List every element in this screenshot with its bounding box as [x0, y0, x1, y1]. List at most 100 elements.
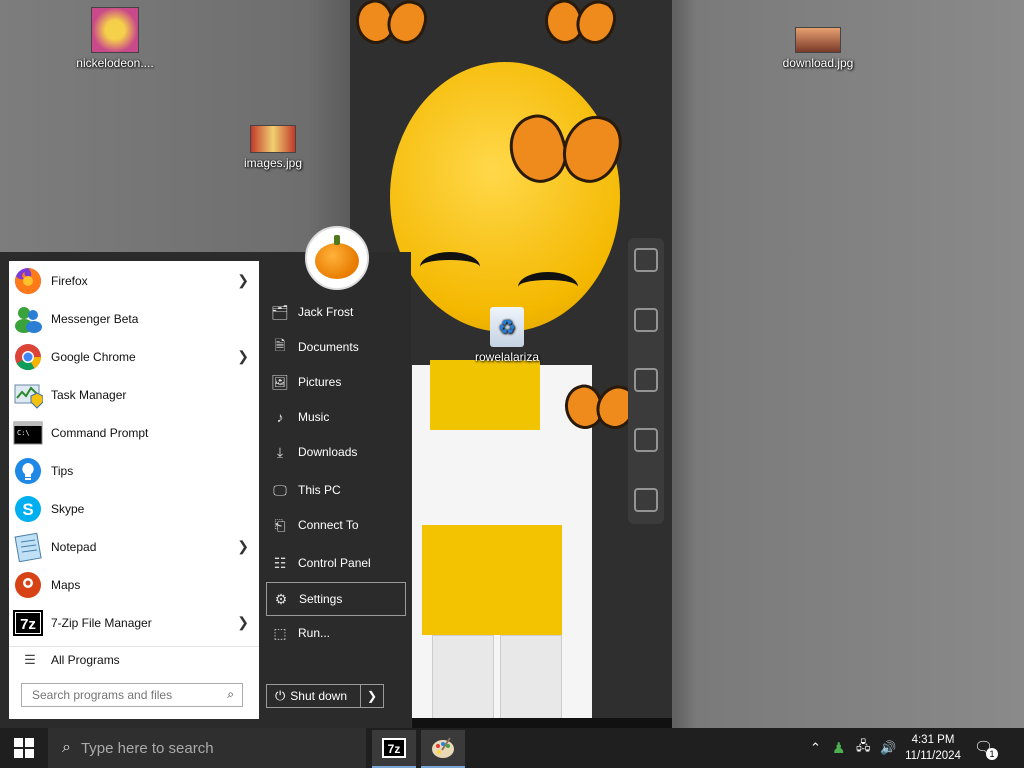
program-label: Command Prompt	[51, 426, 149, 440]
shutdown-options-button[interactable]: ❯	[360, 685, 383, 707]
connect-icon: ⎗	[274, 516, 286, 533]
place-label: Downloads	[298, 445, 358, 459]
desktop-icon-label: nickelodeon....	[76, 56, 154, 70]
taskbar-app-paint[interactable]	[421, 730, 465, 768]
paint-palette-icon	[432, 737, 454, 758]
volume-icon: 🔊	[880, 740, 897, 755]
start-menu: Firefox ❯ Messenger Beta Google Chrome ❯…	[0, 252, 411, 728]
tray-app-icon[interactable]: ♟	[832, 728, 845, 768]
action-center-button[interactable]: 🗨 1	[974, 738, 998, 760]
start-button[interactable]	[0, 728, 48, 768]
place-jack-frost[interactable]: 🗂 Jack Frost	[266, 297, 404, 327]
image-file-icon	[91, 7, 139, 53]
network-icon: 🖧	[856, 738, 871, 753]
svg-text:7z: 7z	[20, 616, 36, 633]
program-firefox[interactable]: Firefox ❯	[9, 263, 259, 299]
power-icon: ⏻	[275, 688, 286, 703]
program-messenger-beta[interactable]: Messenger Beta	[9, 301, 259, 337]
desktop-icon-images[interactable]: images.jpg	[228, 125, 318, 170]
program-tips[interactable]: Tips	[9, 453, 259, 489]
user-avatar[interactable]	[305, 226, 369, 290]
search-icon[interactable]: ⌕	[227, 687, 234, 702]
program-task-manager[interactable]: Task Manager	[9, 377, 259, 413]
recycle-bin-icon: ♻	[490, 307, 524, 347]
chevron-right-icon[interactable]: ❯	[237, 614, 249, 631]
wallpaper-floor	[412, 718, 672, 728]
document-icon: 🗎	[274, 337, 286, 353]
image-file-icon	[250, 125, 296, 153]
start-search-box[interactable]: ⌕	[21, 683, 243, 707]
tray-show-hidden-button[interactable]: ⌃	[810, 728, 821, 768]
butterfly-image	[500, 108, 630, 215]
skype-icon: S	[12, 493, 44, 525]
desktop-icon-download[interactable]: download.jpg	[773, 27, 863, 70]
chevron-right-icon[interactable]: ❯	[237, 538, 249, 555]
place-label: Run...	[298, 626, 331, 640]
butterfly-image	[539, 0, 621, 60]
program-label: Task Manager	[51, 388, 127, 402]
place-downloads[interactable]: ⤓ Downloads	[266, 437, 404, 467]
pumpkin-picture	[315, 235, 359, 279]
chevron-up-icon: ⌃	[810, 740, 821, 755]
7zip-icon: 7z	[12, 607, 44, 639]
search-icon: ⌕	[62, 739, 71, 756]
wallpaper-leg-right	[500, 635, 562, 722]
firefox-icon	[12, 265, 44, 297]
notification-badge: 1	[986, 748, 998, 760]
taskbar-app-7zip[interactable]: 7z	[372, 730, 416, 768]
user-folder-icon: 🗂	[271, 303, 289, 320]
picture-icon: 🖼	[271, 373, 289, 390]
shutdown-label: Shut down	[290, 689, 348, 703]
chevron-right-icon[interactable]: ❯	[237, 348, 249, 365]
program-label: Maps	[51, 578, 81, 592]
shutdown-button[interactable]: ⏻ Shut down ❯	[266, 684, 384, 708]
place-label: Control Panel	[298, 556, 371, 570]
control-panel-icon: ☷	[273, 554, 287, 571]
maps-icon	[12, 569, 44, 601]
wallpaper-eye-right	[518, 272, 578, 302]
tray-network[interactable]: 🖧	[856, 728, 871, 768]
program-google-chrome[interactable]: Google Chrome ❯	[9, 339, 259, 375]
tray-volume[interactable]: 🔊	[880, 728, 896, 768]
program-notepad[interactable]: Notepad ❯	[9, 529, 259, 565]
desktop-icon-label: images.jpg	[243, 156, 303, 170]
place-settings[interactable]: ⚙ Settings	[266, 582, 406, 616]
program-command-prompt[interactable]: C:\ Command Prompt	[9, 415, 259, 451]
desktop-icon-recycle-bin[interactable]: ♻ rowelalariza	[462, 307, 552, 364]
place-this-pc[interactable]: 🖵 This PC	[266, 475, 404, 505]
place-label: This PC	[298, 483, 341, 497]
place-label: Settings	[299, 592, 343, 606]
taskbar-clock[interactable]: 4:31 PM 11/11/2024	[900, 732, 966, 764]
place-documents[interactable]: 🗎 Documents	[266, 332, 404, 362]
all-programs-button[interactable]: ☰ All Programs	[9, 646, 259, 673]
computer-icon: 🖵	[273, 481, 287, 498]
butterfly-image	[350, 0, 432, 60]
place-label: Jack Frost	[298, 305, 354, 319]
desktop-icon-nickelodeon[interactable]: nickelodeon....	[70, 7, 160, 70]
people-green-icon: ♟	[832, 740, 846, 757]
program-label: Notepad	[51, 540, 97, 554]
place-label: Pictures	[298, 375, 342, 389]
desktop-icon-label: rowelalariza	[474, 350, 540, 364]
program-maps[interactable]: Maps	[9, 567, 259, 603]
svg-text:7z: 7z	[388, 742, 401, 756]
command-prompt-icon: C:\	[12, 417, 44, 449]
clock-time: 4:31 PM	[911, 734, 955, 746]
clock-date: 11/11/2024	[905, 750, 961, 762]
program-7zip[interactable]: 7z 7-Zip File Manager ❯	[9, 605, 259, 641]
chevron-right-icon[interactable]: ❯	[237, 272, 249, 289]
place-connect-to[interactable]: ⎗ Connect To	[266, 510, 404, 540]
start-search-input[interactable]	[30, 687, 224, 703]
place-pictures[interactable]: 🖼 Pictures	[266, 367, 404, 397]
place-run[interactable]: ⬚ Run...	[266, 618, 404, 648]
chrome-icon	[12, 341, 44, 373]
list-icon: ☰	[24, 652, 36, 667]
svg-text:C:\: C:\	[17, 429, 30, 437]
program-label: Messenger Beta	[51, 312, 139, 326]
wallpaper-eye-left	[420, 252, 480, 282]
place-music[interactable]: ♪ Music	[266, 402, 404, 432]
taskbar-search-box[interactable]: ⌕ Type here to search	[48, 728, 366, 768]
desktop-icon-label: download.jpg	[782, 56, 854, 70]
place-control-panel[interactable]: ☷ Control Panel	[266, 548, 404, 578]
program-skype[interactable]: S Skype	[9, 491, 259, 527]
